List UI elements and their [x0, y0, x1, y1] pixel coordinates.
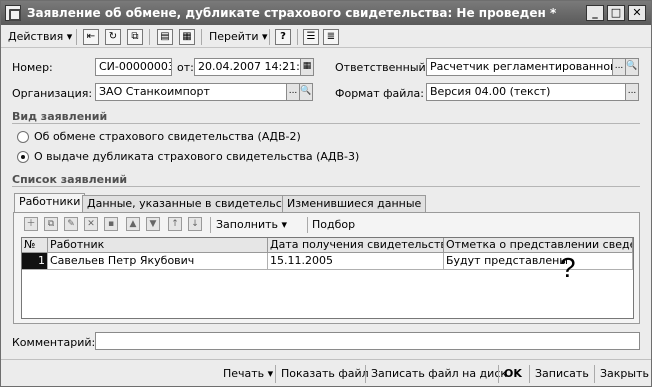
statement-list-title: Список заявлений: [12, 173, 128, 186]
document-icon: [5, 5, 21, 21]
unpost-document-icon[interactable]: ▦: [179, 29, 195, 45]
refresh-icon[interactable]: ↻: [105, 29, 121, 45]
mark-cell[interactable]: Будут представлены: [444, 253, 633, 270]
actions-menu-label: Действия: [8, 30, 64, 43]
organization-open-icon[interactable]: 🔍: [299, 83, 313, 101]
copy-row-icon[interactable]: ⧉: [44, 217, 58, 231]
fill-menu[interactable]: Заполнить ▾: [216, 217, 287, 233]
list-settings-icon[interactable]: ≣: [323, 29, 339, 45]
employees-table[interactable]: № Работник Дата получения свидетельства …: [21, 237, 634, 319]
close-button[interactable]: Закрыть: [600, 366, 649, 382]
organization-label: Организация:: [12, 87, 93, 100]
tab-certificate-data[interactable]: Данные, указанные в свидетельстве: [82, 195, 307, 212]
edit-row-icon[interactable]: ✎: [64, 217, 78, 231]
document-window: Заявление об обмене, дубликате страховог…: [0, 0, 652, 387]
footer-separator: [275, 365, 276, 383]
toolbar-separator: [149, 29, 150, 45]
add-row-icon[interactable]: ＋: [24, 217, 38, 231]
number-field[interactable]: СИ-00000003: [95, 58, 172, 76]
toolbar-separator: [210, 217, 211, 233]
footer-bar: Печать ▾ Показать файл Записать файл на …: [1, 359, 651, 386]
sort-asc-icon[interactable]: ↑: [168, 217, 182, 231]
file-format-label: Формат файла:: [335, 87, 424, 100]
file-format-field[interactable]: Версия 04.00 (текст): [426, 83, 626, 101]
column-header-date[interactable]: Дата получения свидетельства: [268, 238, 444, 253]
employee-cell[interactable]: Савельев Петр Якубович: [48, 253, 268, 270]
organization-field[interactable]: ЗАО Станкоимпорт: [95, 83, 287, 101]
end-edit-icon[interactable]: ▪: [104, 217, 118, 231]
fill-menu-label: Заполнить: [216, 218, 278, 231]
help-icon[interactable]: ?: [275, 29, 291, 45]
goto-menu-label: Перейти: [209, 30, 259, 43]
chevron-down-icon: ▾: [281, 218, 288, 231]
statement-type-title: Вид заявлений: [12, 110, 108, 123]
move-down-icon[interactable]: ▼: [146, 217, 160, 231]
column-header-mark[interactable]: Отметка о представлении сведений: [444, 238, 633, 253]
number-label: Номер:: [12, 61, 53, 74]
structure-icon[interactable]: ☰: [303, 29, 319, 45]
radio-duplicate[interactable]: [17, 151, 29, 163]
toolbar-separator: [307, 217, 308, 233]
section-divider: [12, 123, 640, 124]
calendar-icon[interactable]: ▦: [300, 58, 314, 76]
sort-desc-icon[interactable]: ↓: [188, 217, 202, 231]
goto-menu[interactable]: Перейти ▾: [209, 29, 268, 45]
footer-separator: [594, 365, 595, 383]
radio-exchange-label[interactable]: Об обмене страхового свидетельства (АДВ-…: [34, 130, 301, 143]
responsible-field[interactable]: Расчетчик регламентированной зар: [426, 58, 613, 76]
show-file-button[interactable]: Показать файл: [281, 366, 369, 382]
move-up-icon[interactable]: ▲: [126, 217, 140, 231]
toolbar: Действия ▾ ⇤ ↻ ⧉ ▤ ▦ Перейти ▾ ? ☰ ≣: [1, 26, 651, 48]
responsible-select-button[interactable]: ...: [612, 58, 626, 76]
toolbar-separator: [76, 29, 77, 45]
copy-icon[interactable]: ⧉: [127, 29, 143, 45]
responsible-open-icon[interactable]: 🔍: [625, 58, 639, 76]
comment-label: Комментарий:: [12, 336, 96, 349]
comment-field[interactable]: [95, 332, 640, 350]
maximize-button[interactable]: □: [607, 5, 625, 21]
post-document-icon[interactable]: ▤: [157, 29, 173, 45]
row-number-cell[interactable]: 1: [22, 253, 48, 270]
radio-duplicate-label[interactable]: О выдаче дубликата страхового свидетельс…: [34, 150, 359, 163]
tab-changed-data[interactable]: Изменившиеся данные: [282, 195, 427, 212]
responsible-label: Ответственный:: [335, 61, 430, 74]
column-header-num[interactable]: №: [22, 238, 48, 253]
date-field[interactable]: 20.04.2007 14:21:39: [194, 58, 301, 76]
date-label: от:: [177, 61, 194, 74]
back-arrow-icon[interactable]: ⇤: [83, 29, 99, 45]
radio-exchange[interactable]: [17, 131, 29, 143]
print-menu-label: Печать: [223, 367, 265, 380]
save-button[interactable]: Записать: [535, 366, 589, 382]
toolbar-separator: [297, 29, 298, 45]
footer-separator: [529, 365, 530, 383]
organization-select-button[interactable]: ...: [286, 83, 300, 101]
window-title: Заявление об обмене, дубликате страховог…: [27, 6, 557, 20]
footer-separator: [365, 365, 366, 383]
file-format-select-button[interactable]: ...: [625, 83, 639, 101]
question-annotation: ?: [560, 252, 576, 283]
tab-employees[interactable]: Работники: [14, 193, 86, 213]
print-menu[interactable]: Печать ▾: [223, 366, 273, 382]
save-file-button[interactable]: Записать файл на диск: [371, 366, 507, 382]
section-divider: [12, 186, 640, 187]
ok-button[interactable]: OK: [504, 366, 522, 382]
actions-menu[interactable]: Действия ▾: [8, 29, 72, 45]
delete-row-icon[interactable]: ✕: [84, 217, 98, 231]
pick-button[interactable]: Подбор: [312, 217, 355, 233]
column-header-employee[interactable]: Работник: [48, 238, 268, 253]
toolbar-separator: [201, 29, 202, 45]
minimize-button[interactable]: _: [586, 5, 604, 21]
date-cell[interactable]: 15.11.2005: [268, 253, 444, 270]
chevron-down-icon: ▾: [66, 30, 73, 43]
chevron-down-icon: ▾: [267, 367, 274, 380]
title-bar: Заявление об обмене, дубликате страховог…: [1, 1, 651, 25]
toolbar-separator: [269, 29, 270, 45]
footer-separator: [498, 365, 499, 383]
chevron-down-icon: ▾: [262, 30, 268, 43]
close-window-button[interactable]: ✕: [628, 5, 646, 21]
